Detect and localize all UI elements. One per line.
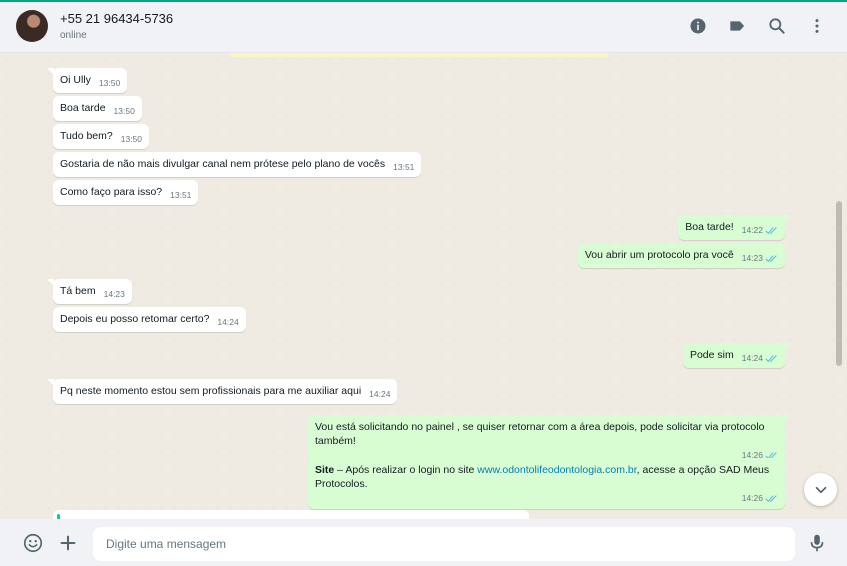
message-text: Site – Após realizar o login no site www… [315, 464, 778, 491]
double-check-icon [765, 226, 778, 235]
message-outgoing[interactable]: Vou abrir um protocolo pra você 14:23 [577, 243, 785, 268]
message-text: Como faço para isso? [60, 186, 163, 198]
message-incoming[interactable]: Oi Ully 13:50 [46, 68, 128, 93]
info-icon[interactable] [688, 16, 708, 36]
message-time: 14:24 [741, 353, 763, 363]
scroll-down-button[interactable] [804, 473, 837, 506]
message-bold-prefix: Site [315, 464, 335, 476]
microphone-icon[interactable] [806, 532, 828, 554]
message-time: 13:50 [120, 134, 143, 144]
double-check-icon [765, 494, 778, 503]
message-text: Gostaria de não mais divulgar canal nem … [60, 158, 386, 170]
message-text: Vou abrir um protocolo pra você [584, 249, 734, 261]
message-incoming[interactable]: Tá bem 14:23 [47, 279, 132, 304]
message-text: Vou está solicitando no painel , se quis… [315, 421, 765, 447]
message-text: Pode sim [689, 349, 734, 361]
message-list: Oi Ully 13:50 Boa tarde 13:50 Tudo bem? 13:… [0, 53, 847, 519]
message-text: Boa tarde! [685, 221, 734, 233]
message-text: Tudo bem? [60, 130, 113, 142]
search-icon[interactable] [767, 16, 787, 36]
chat-header: +55 21 96434-5736 online [0, 2, 847, 53]
message-text: Boa tarde [60, 102, 106, 114]
message-text: Pq neste momento estou sem profissionais… [60, 385, 362, 397]
message-incoming[interactable]: Gostaria de não mais divulgar canal nem … [53, 152, 422, 177]
message-input[interactable] [106, 537, 782, 551]
message-partial[interactable] [53, 510, 529, 519]
label-icon[interactable] [727, 16, 747, 36]
message-text: Tá bem [60, 285, 96, 297]
message-time: 13:51 [170, 190, 192, 200]
message-time: 14:24 [369, 389, 391, 399]
composer-bar [0, 519, 847, 566]
emoji-icon[interactable] [22, 532, 44, 554]
message-time: 13:50 [98, 78, 121, 88]
message-incoming[interactable]: Como faço para isso? 13:51 [53, 180, 199, 205]
message-time: 14:23 [103, 289, 125, 299]
message-time: 14:23 [741, 253, 763, 263]
chevron-down-icon [815, 486, 826, 493]
avatar[interactable] [16, 10, 48, 42]
message-input-box[interactable] [93, 527, 795, 561]
double-check-icon [765, 354, 778, 363]
menu-icon[interactable] [807, 16, 827, 36]
message-time: 14:22 [741, 225, 763, 235]
message-incoming[interactable]: Boa tarde 13:50 [53, 96, 142, 121]
message-text-part: – Após realizar o login no site [334, 464, 478, 476]
message-time: 14:26 [741, 493, 763, 504]
message-outgoing[interactable]: Site – Após realizar o login no site www… [308, 458, 785, 510]
double-check-icon [765, 254, 778, 263]
message-time: 14:24 [217, 317, 239, 327]
message-outgoing[interactable]: Boa tarde! 14:22 [678, 215, 791, 240]
message-incoming[interactable]: Pq neste momento estou sem profissionais… [46, 379, 398, 404]
message-time: 13:50 [113, 106, 135, 116]
message-incoming[interactable]: Depois eu posso retomar certo? 14:24 [53, 307, 246, 332]
message-incoming[interactable]: Tudo bem? 13:50 [53, 124, 150, 149]
message-text: Depois eu posso retomar certo? [60, 313, 210, 325]
attach-plus-icon[interactable] [57, 532, 79, 554]
message-link[interactable]: www.odontolifeodontologia.com.br [477, 464, 636, 476]
message-outgoing[interactable]: Pode sim 14:24 [682, 343, 792, 368]
chat-scrollbar[interactable] [836, 201, 842, 366]
contact-name[interactable]: +55 21 96434-5736 [60, 11, 173, 26]
contact-status: online [60, 30, 87, 41]
message-text: Oi Ully [60, 74, 91, 86]
system-message-partial [228, 53, 610, 57]
message-time: 13:51 [393, 162, 415, 172]
